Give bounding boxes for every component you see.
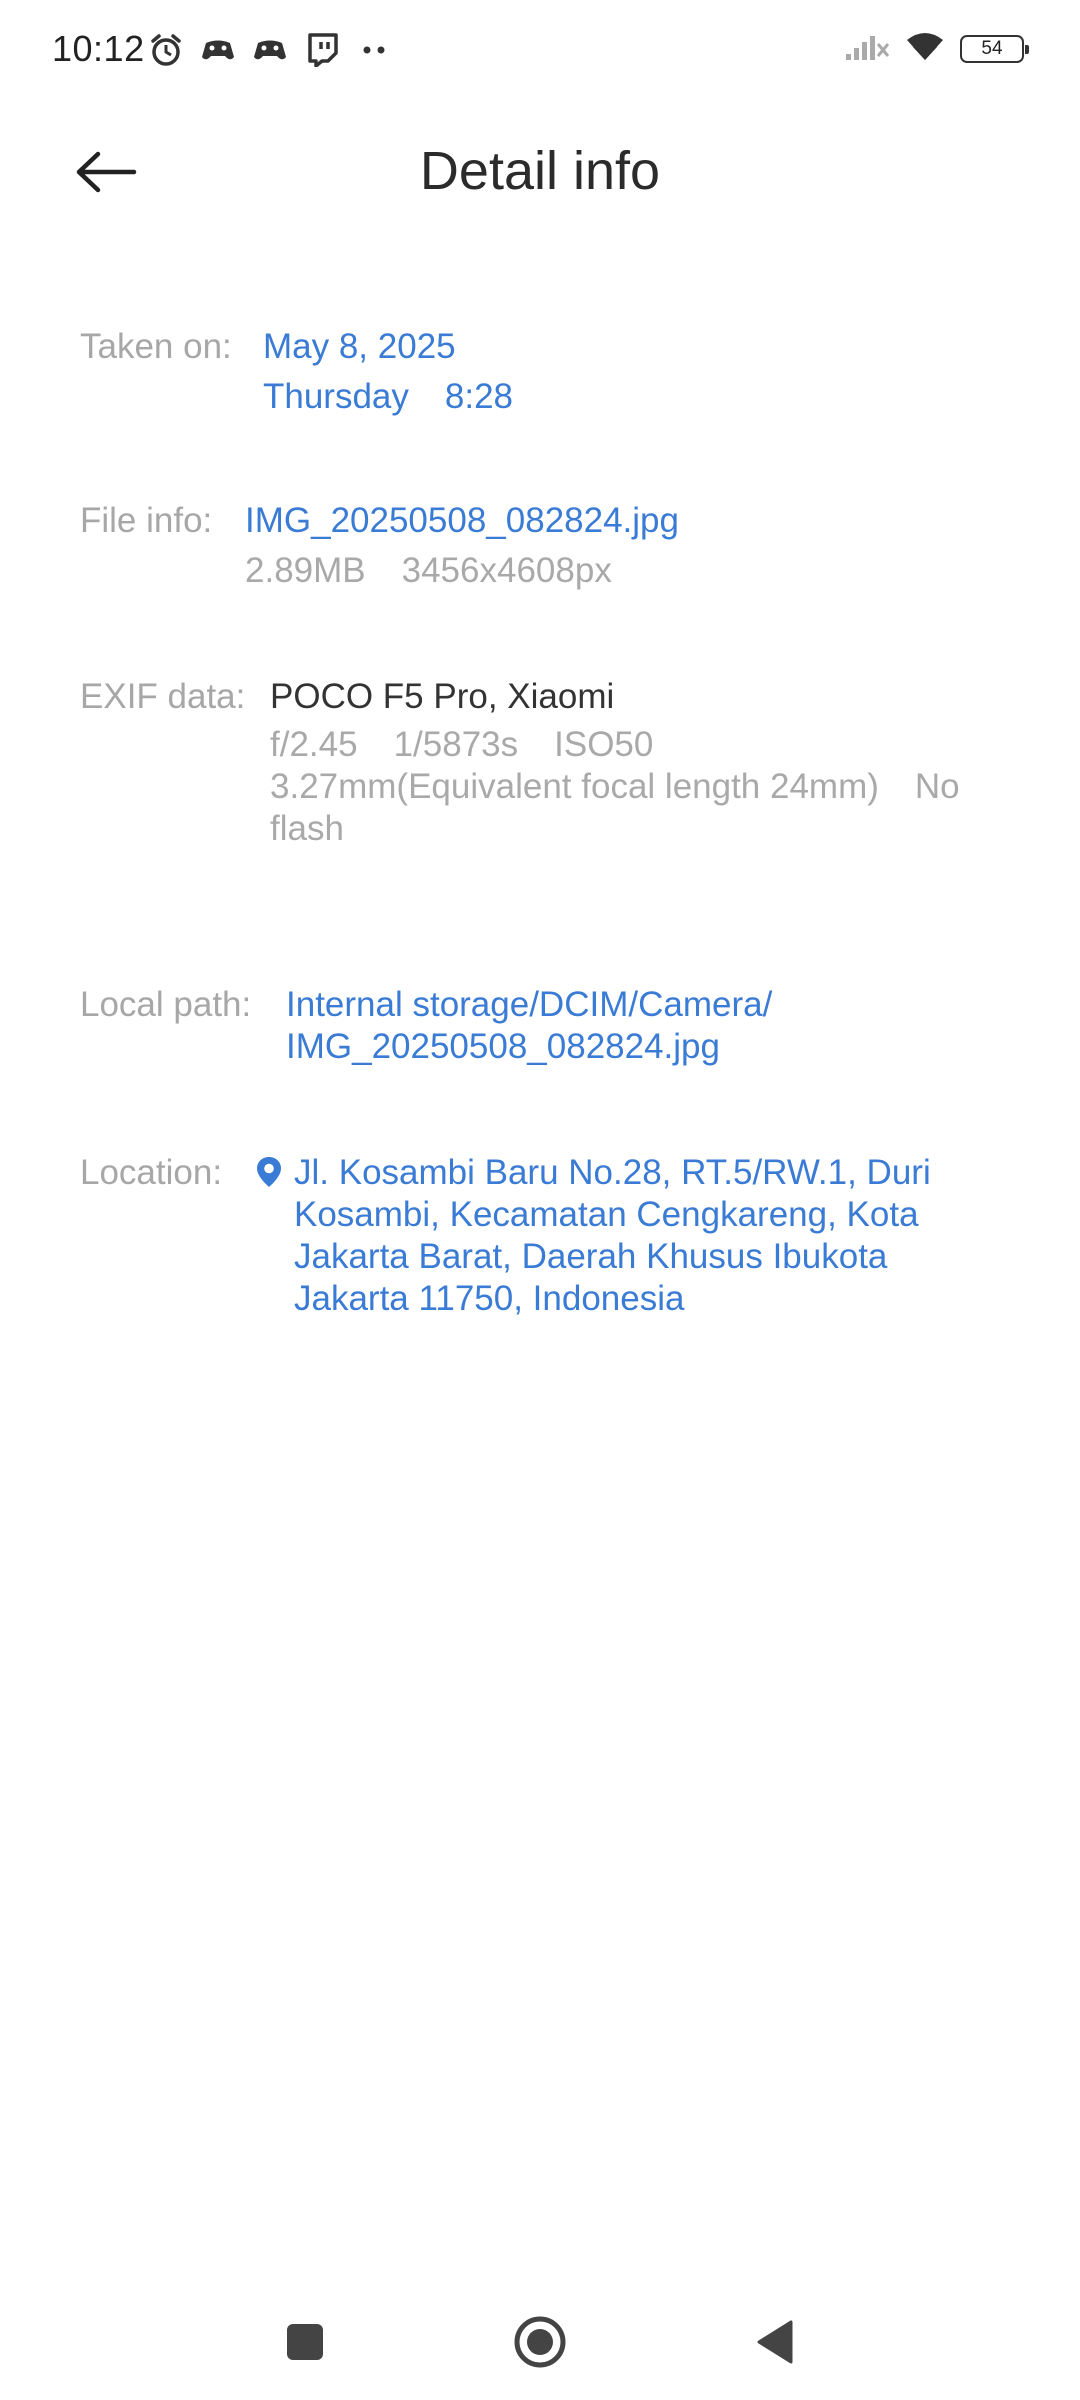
more-dots-icon bbox=[354, 30, 394, 70]
alarm-icon bbox=[146, 30, 186, 70]
file-size: 2.89MB bbox=[245, 551, 366, 590]
exif-focal: 3.27mm(Equivalent focal length 24mm) bbox=[270, 767, 879, 806]
location-address: Jl. Kosambi Baru No.28, RT.5/RW.1, Duri … bbox=[294, 1152, 931, 1320]
system-status-icons: 54 bbox=[844, 30, 1029, 67]
location-pin-icon bbox=[256, 1152, 284, 1198]
taken-on-day-time: Thursday 8:28 bbox=[263, 376, 513, 418]
file-info-label: File info: bbox=[80, 501, 213, 540]
signal-off-icon bbox=[844, 30, 890, 67]
local-path-values[interactable]: Internal storage/DCIM/Camera/ IMG_202505… bbox=[286, 984, 772, 1068]
recents-button[interactable] bbox=[275, 2312, 335, 2372]
home-circle-icon bbox=[514, 2316, 566, 2368]
wifi-icon bbox=[904, 30, 946, 67]
location-values[interactable]: Jl. Kosambi Baru No.28, RT.5/RW.1, Duri … bbox=[256, 1152, 931, 1320]
recents-square-icon bbox=[287, 2324, 323, 2360]
taken-on-day: Thursday bbox=[263, 377, 409, 416]
location-line-2: Kosambi, Kecamatan Cengkareng, Kota bbox=[294, 1195, 919, 1234]
exif-flash-2: flash bbox=[270, 809, 344, 848]
battery-level: 54 bbox=[981, 37, 1003, 59]
file-info-row: File info: IMG_20250508_082824.jpg 2.89M… bbox=[80, 500, 1000, 592]
header: Detail info bbox=[0, 118, 1080, 228]
exif-values: POCO F5 Pro, Xiaomi f/2.45 1/5873s ISO50 3… bbox=[270, 676, 1000, 850]
location-row: Location: Jl. Kosambi Baru No.28, RT.5/R… bbox=[80, 1152, 1000, 1320]
location-line-1: Jl. Kosambi Baru No.28, RT.5/RW.1, Duri bbox=[294, 1153, 931, 1192]
status-time: 10:12 bbox=[52, 28, 145, 69]
exif-flash-1: No bbox=[914, 767, 960, 806]
home-button[interactable] bbox=[510, 2312, 570, 2372]
exif-label: EXIF data: bbox=[80, 677, 246, 716]
exif-device: POCO F5 Pro, Xiaomi bbox=[270, 677, 615, 716]
detail-info-screen: 10:12 54 Detail info Taken on: May 8, 20… bbox=[0, 0, 1080, 2400]
twitch-icon bbox=[302, 30, 342, 70]
local-path-line-1: Internal storage/DCIM/Camera/ bbox=[286, 985, 773, 1024]
notification-icons bbox=[146, 30, 394, 70]
exif-iso: ISO50 bbox=[554, 725, 654, 764]
status-bar: 10:12 54 bbox=[0, 0, 1080, 100]
exif-row: EXIF data: POCO F5 Pro, Xiaomi f/2.45 1/5… bbox=[80, 676, 1000, 850]
location-line-4: Jakarta 11750, Indonesia bbox=[294, 1279, 685, 1318]
battery-icon: 54 bbox=[960, 34, 1029, 63]
game-controller-icon bbox=[250, 30, 290, 70]
file-name[interactable]: IMG_20250508_082824.jpg bbox=[245, 500, 679, 542]
file-info-values: IMG_20250508_082824.jpg 2.89MB 3456x4608p… bbox=[245, 500, 679, 592]
exif-shutter: 1/5873s bbox=[393, 725, 519, 764]
game-controller-icon bbox=[198, 30, 238, 70]
back-triangle-icon bbox=[757, 2320, 793, 2364]
exif-focal-flash: 3.27mm(Equivalent focal length 24mm) No bbox=[270, 766, 1000, 808]
file-resolution: 3456x4608px bbox=[401, 551, 612, 590]
taken-on-time: 8:28 bbox=[444, 377, 514, 416]
exif-settings: f/2.45 1/5873s ISO50 bbox=[270, 724, 1000, 766]
taken-on-date: May 8, 2025 bbox=[263, 327, 456, 366]
local-path-label: Local path: bbox=[80, 985, 252, 1024]
page-title: Detail info bbox=[419, 141, 661, 201]
nav-back-button[interactable] bbox=[745, 2312, 805, 2372]
exif-aperture: f/2.45 bbox=[270, 725, 358, 764]
location-label: Location: bbox=[80, 1153, 223, 1192]
file-size-resolution: 2.89MB 3456x4608px bbox=[245, 550, 679, 592]
navigation-bar bbox=[0, 2290, 1080, 2390]
taken-on-row: Taken on: May 8, 2025 Thursday 8:28 bbox=[80, 326, 1000, 418]
local-path-row: Local path: Internal storage/DCIM/Camera… bbox=[80, 984, 1000, 1068]
location-line-3: Jakarta Barat, Daerah Khusus Ibukota bbox=[294, 1237, 888, 1276]
local-path-line-2: IMG_20250508_082824.jpg bbox=[286, 1027, 720, 1066]
taken-on-label: Taken on: bbox=[80, 327, 232, 366]
taken-on-values: May 8, 2025 Thursday 8:28 bbox=[263, 326, 513, 418]
